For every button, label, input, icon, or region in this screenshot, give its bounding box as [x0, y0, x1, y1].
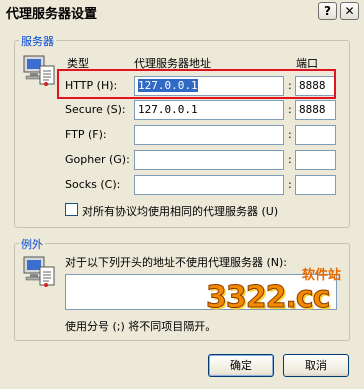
same-proxy-checkbox[interactable]: [65, 203, 78, 216]
ftp-label: FTP (F):: [65, 128, 107, 141]
gopher-port-field[interactable]: [295, 150, 336, 170]
title-bar: 代理服务器设置 ? ✕: [0, 0, 364, 22]
watermark-logo: 3322.cc 软件站: [205, 262, 356, 322]
watermark-tag: 软件站: [302, 268, 342, 283]
same-proxy-label[interactable]: 对所有协议均使用相同的代理服务器 (U): [82, 203, 278, 219]
close-button[interactable]: ✕: [340, 2, 359, 20]
socks-colon: :: [288, 178, 292, 191]
exceptions-hint: 使用分号 (;) 将不同项目隔开。: [65, 320, 217, 333]
socks-label: Socks (C):: [65, 178, 121, 191]
socks-port-field[interactable]: [295, 175, 336, 195]
exceptions-group-label: 例外: [19, 236, 45, 252]
secure-address-field[interactable]: 127.0.0.1: [134, 100, 284, 120]
ok-button[interactable]: 确定: [208, 354, 274, 377]
secure-colon: :: [288, 103, 292, 116]
gopher-colon: :: [288, 153, 292, 166]
socks-address-field[interactable]: [134, 175, 284, 195]
secure-label: Secure (S):: [65, 103, 126, 116]
watermark-brand: 3322.cc: [205, 280, 330, 316]
ftp-address-field[interactable]: [134, 125, 284, 145]
gopher-label: Gopher (G):: [65, 153, 130, 166]
network-computer-icon: [22, 253, 58, 289]
gopher-address-field[interactable]: [134, 150, 284, 170]
highlight-box: [57, 69, 336, 99]
ftp-port-field[interactable]: [295, 125, 336, 145]
network-computer-icon: [22, 52, 58, 88]
ftp-colon: :: [288, 128, 292, 141]
dialog-title: 代理服务器设置: [6, 7, 98, 22]
help-button[interactable]: ?: [318, 2, 337, 20]
cancel-button[interactable]: 取消: [283, 354, 349, 377]
servers-group-label: 服务器: [19, 33, 56, 49]
secure-port-field[interactable]: 8888: [295, 100, 336, 120]
